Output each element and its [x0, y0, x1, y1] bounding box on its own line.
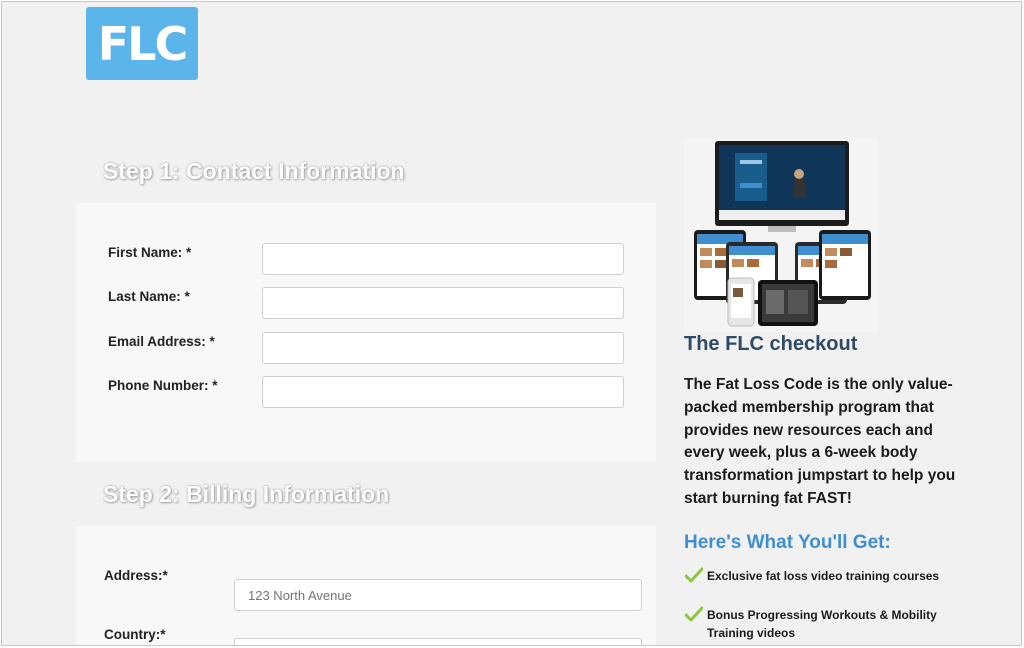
last-name-label: Last Name: *	[108, 289, 190, 304]
page-frame: FLC Step 1: Contact Information First Na…	[1, 1, 1022, 646]
sidebar-title: The FLC checkout	[684, 333, 858, 355]
benefit-text: Bonus Progressing Workouts & Mobility Tr…	[707, 608, 937, 640]
email-label: Email Address: *	[108, 334, 215, 349]
sidebar-description: The Fat Loss Code is the only value-pack…	[684, 376, 956, 507]
logo-text: FLC	[97, 16, 188, 71]
phone-label: Phone Number: *	[108, 378, 218, 393]
benefits-title: Here's What You'll Get:	[684, 532, 891, 553]
first-name-input[interactable]	[262, 243, 624, 275]
email-input[interactable]	[262, 332, 624, 364]
checkmark-icon	[685, 606, 703, 622]
country-select[interactable]	[234, 638, 642, 645]
address-input[interactable]	[234, 579, 642, 611]
last-name-input[interactable]	[262, 287, 624, 319]
step1-title: Step 1: Contact Information	[103, 158, 405, 184]
checkmark-icon	[685, 567, 703, 583]
contact-info-panel: First Name: * Last Name: * Email Address…	[76, 203, 656, 462]
multi-device-product-image	[684, 138, 878, 332]
country-label: Country:*	[104, 627, 166, 642]
phone-input[interactable]	[262, 376, 624, 408]
benefit-item: Bonus Progressing Workouts & Mobility Tr…	[685, 606, 957, 642]
benefit-item: Exclusive fat loss video training course…	[685, 567, 957, 586]
step2-title: Step 2: Billing Information	[103, 481, 390, 507]
devices-illustration-icon	[694, 141, 871, 327]
address-label: Address:*	[104, 568, 168, 583]
flc-logo[interactable]: FLC	[86, 7, 198, 80]
billing-info-panel: Address:* Country:*	[76, 526, 656, 645]
first-name-label: First Name: *	[108, 245, 192, 260]
benefit-text: Exclusive fat loss video training course…	[707, 569, 940, 583]
